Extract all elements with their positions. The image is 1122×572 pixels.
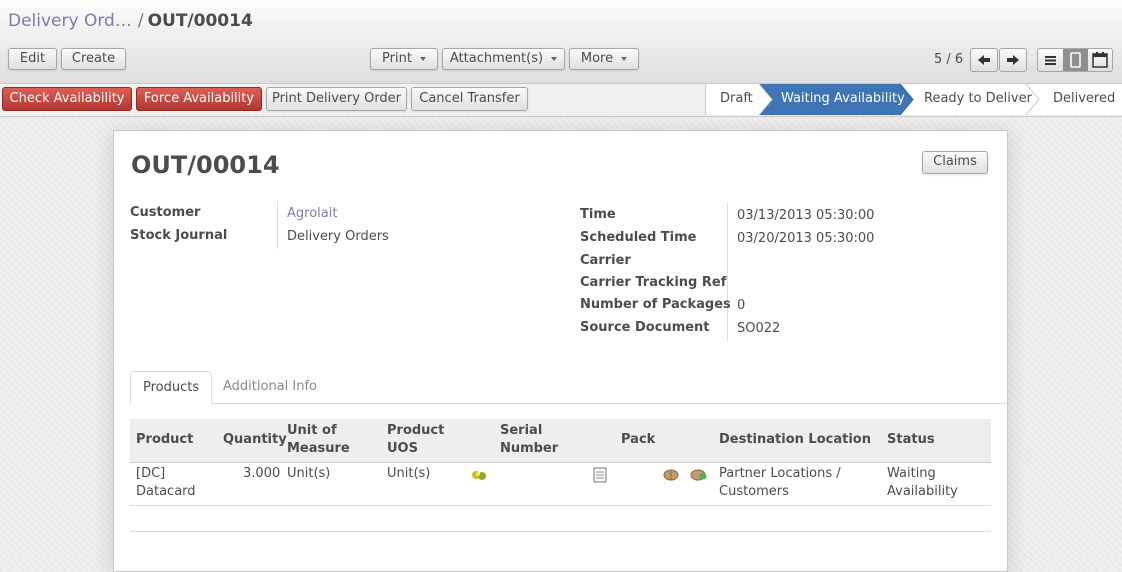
- breadcrumb-current: OUT/00014: [147, 11, 253, 31]
- breadcrumb: Delivery Ord… / OUT/00014: [8, 11, 253, 31]
- field-divider: [727, 203, 728, 341]
- cell-destination-line2: Customers: [719, 484, 789, 499]
- col-destination-location[interactable]: Destination Location: [719, 431, 871, 449]
- col-uos-line1: Product: [387, 423, 445, 438]
- cell-destination-line1: Partner Locations /: [719, 466, 841, 481]
- attachments-label: Attachment(s): [449, 51, 544, 66]
- customer-link[interactable]: Agrolait: [287, 206, 337, 221]
- cell-quantity: 3.000: [243, 466, 281, 481]
- check-availability-button[interactable]: Check Availability: [2, 87, 132, 111]
- col-product-uos[interactable]: Product UOS: [387, 422, 444, 458]
- field-divider: [277, 201, 278, 249]
- attachments-dropdown[interactable]: Attachment(s): [442, 48, 565, 70]
- col-pack[interactable]: Pack: [621, 431, 655, 449]
- stock-journal-label: Stock Journal: [130, 228, 228, 243]
- list-view-button[interactable]: [1038, 49, 1063, 71]
- cell-product: [DC] Datacard: [136, 465, 196, 501]
- cell-status-line2: Availability: [887, 484, 958, 499]
- col-serial-line1: Serial: [500, 423, 543, 438]
- col-uom-line2: Measure: [287, 441, 350, 456]
- stage-ready-to-deliver[interactable]: Ready to Deliver: [924, 84, 1032, 115]
- col-uos-line2: UOS: [387, 441, 418, 456]
- record-title: OUT/00014: [131, 151, 280, 179]
- claims-button[interactable]: Claims: [922, 151, 988, 174]
- list-icon: [1045, 56, 1056, 65]
- time-value[interactable]: 03/13/2013 05:30:00: [737, 208, 874, 223]
- col-serial-number[interactable]: Serial Number: [500, 422, 558, 458]
- print-dropdown[interactable]: Print: [370, 48, 438, 70]
- scheduled-time-label: Scheduled Time: [580, 230, 697, 245]
- more-label: More: [580, 51, 614, 66]
- carrier-tracking-ref-label: Carrier Tracking Ref: [580, 275, 727, 290]
- tab-additional-info[interactable]: Additional Info: [211, 371, 329, 403]
- notebook-tabs: Products Additional Info: [130, 371, 1007, 404]
- cell-product-line1: [DC]: [136, 466, 166, 481]
- source-document-value[interactable]: SO022: [737, 321, 780, 336]
- breadcrumb-separator: /: [137, 11, 144, 31]
- source-document-label: Source Document: [580, 320, 710, 335]
- col-unit-of-measure[interactable]: Unit of Measure: [287, 422, 350, 458]
- cell-uom: Unit(s): [287, 466, 331, 481]
- split-lot-icon[interactable]: [470, 469, 488, 485]
- arrow-right-icon: [1007, 55, 1019, 65]
- stage-delivered[interactable]: Delivered: [1053, 84, 1115, 115]
- control-panel: Delivery Ord… / OUT/00014 Edit Create Prin…: [0, 0, 1122, 84]
- edit-button[interactable]: Edit: [8, 48, 57, 70]
- stock-journal-value[interactable]: Delivery Orders: [287, 229, 389, 244]
- customer-label: Customer: [130, 205, 201, 220]
- print-delivery-order-button[interactable]: Print Delivery Order: [266, 87, 407, 111]
- create-button[interactable]: Create: [61, 48, 126, 70]
- calendar-view-button[interactable]: [1088, 49, 1112, 71]
- time-label: Time: [580, 207, 616, 222]
- number-of-packages-value[interactable]: 0: [737, 298, 745, 313]
- pager-counter[interactable]: 5 / 6: [934, 52, 963, 67]
- force-availability-button[interactable]: Force Availability: [136, 87, 262, 111]
- col-status[interactable]: Status: [887, 431, 935, 449]
- col-uom-line1: Unit of: [287, 423, 337, 438]
- stage-draft[interactable]: Draft: [720, 84, 753, 115]
- cell-product-line2: Datacard: [136, 484, 196, 499]
- document-icon[interactable]: [593, 467, 607, 487]
- calendar-icon: [1092, 52, 1108, 68]
- col-product[interactable]: Product: [136, 431, 193, 449]
- number-of-packages-label: Number of Packages: [580, 297, 731, 312]
- form-icon: [1070, 52, 1081, 68]
- previous-record-button[interactable]: [970, 48, 998, 72]
- tab-products[interactable]: Products: [130, 371, 213, 404]
- cell-destination: Partner Locations / Customers: [719, 465, 841, 501]
- stage-pipeline: Draft Waiting Availability Ready to Deli…: [705, 84, 1122, 115]
- chevron-down-icon: [419, 56, 426, 61]
- arrow-left-icon: [978, 55, 990, 65]
- cell-uos: Unit(s): [387, 466, 431, 481]
- next-record-button[interactable]: [999, 48, 1027, 72]
- col-quantity[interactable]: Quantity: [223, 431, 287, 449]
- form-view-button[interactable]: [1063, 49, 1088, 71]
- cell-status: Waiting Availability: [887, 465, 958, 501]
- table-header: Product Quantity Unit of Measure Product U…: [130, 419, 991, 463]
- form-sheet: OUT/00014 Claims Customer Agrolait Stock…: [113, 130, 1008, 572]
- table-row[interactable]: [DC] Datacard 3.000 Unit(s) Unit(s) Partn…: [130, 463, 991, 506]
- chevron-down-icon: [621, 56, 628, 61]
- carrier-label: Carrier: [580, 253, 631, 268]
- print-label: Print: [382, 51, 412, 66]
- table-footer-divider: [130, 531, 991, 532]
- breadcrumb-parent-link[interactable]: Delivery Ord…: [8, 11, 132, 31]
- scheduled-time-value[interactable]: 03/20/2013 05:30:00: [737, 231, 874, 246]
- stage-waiting-availability[interactable]: Waiting Availability: [781, 84, 905, 115]
- view-switcher: [1037, 48, 1113, 72]
- col-serial-line2: Number: [500, 441, 559, 456]
- more-dropdown[interactable]: More: [569, 48, 639, 70]
- cell-status-line1: Waiting: [887, 466, 936, 481]
- chevron-down-icon: [551, 56, 558, 61]
- package-add-icon[interactable]: [690, 468, 708, 486]
- cancel-transfer-button[interactable]: Cancel Transfer: [411, 87, 528, 111]
- package-icon[interactable]: [662, 468, 680, 486]
